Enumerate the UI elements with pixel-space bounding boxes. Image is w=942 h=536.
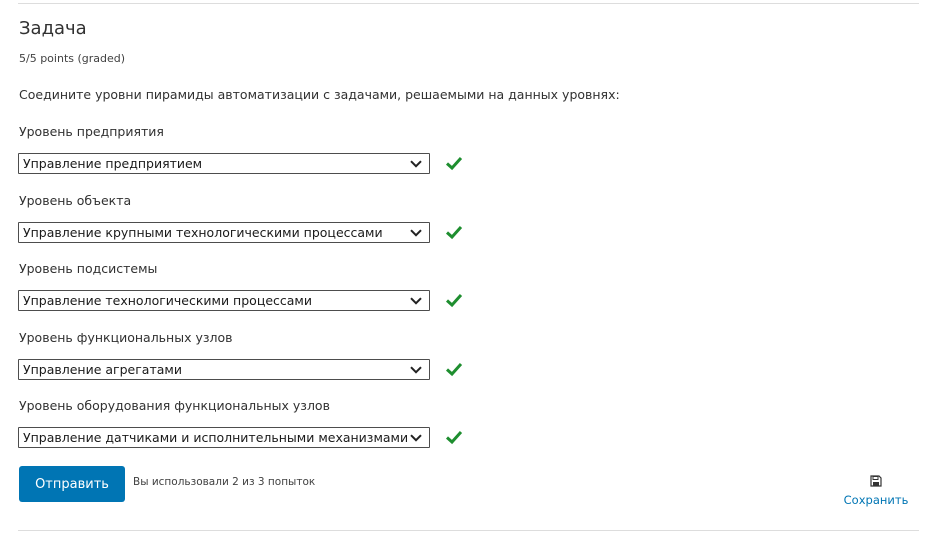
- checkmark-icon: [445, 225, 463, 240]
- select-functional-units[interactable]: Управление агрегатами: [18, 359, 430, 380]
- select-value: Управление крупными технологическими про…: [23, 225, 383, 240]
- chevron-down-icon: [408, 156, 424, 172]
- chevron-down-icon: [408, 362, 424, 378]
- checkmark-icon: [445, 362, 463, 377]
- submit-button[interactable]: Отправить: [19, 466, 125, 502]
- chevron-down-icon: [408, 225, 424, 241]
- checkmark-icon: [445, 430, 463, 445]
- checkmark-icon: [445, 156, 463, 171]
- select-subsystem[interactable]: Управление технологическими процессами: [18, 290, 430, 311]
- level-label-subsystem: Уровень подсистемы: [19, 261, 158, 276]
- floppy-disk-icon: [870, 475, 882, 487]
- select-value: Управление технологическими процессами: [23, 293, 312, 308]
- select-equipment[interactable]: Управление датчиками и исполнительными м…: [18, 427, 430, 448]
- save-label: Сохранить: [843, 493, 909, 507]
- attempts-text: Вы использовали 2 из 3 попыток: [133, 476, 316, 488]
- level-label-functional-units: Уровень функциональных узлов: [19, 330, 233, 345]
- save-button[interactable]: Сохранить: [843, 475, 909, 508]
- level-label-enterprise: Уровень предприятия: [19, 124, 164, 139]
- select-value: Управление предприятием: [23, 156, 203, 171]
- chevron-down-icon: [408, 430, 424, 446]
- problem-prompt: Соедините уровни пирамиды автоматизации …: [19, 87, 620, 102]
- level-label-object: Уровень объекта: [19, 193, 132, 208]
- bottom-divider: [18, 530, 919, 531]
- chevron-down-icon: [408, 293, 424, 309]
- select-value: Управление агрегатами: [23, 362, 182, 377]
- top-divider: [18, 3, 919, 4]
- checkmark-icon: [445, 293, 463, 308]
- problem-title: Задача: [19, 18, 87, 39]
- problem-grade: 5/5 points (graded): [19, 52, 126, 65]
- level-label-equipment: Уровень оборудования функциональных узло…: [19, 398, 330, 413]
- select-enterprise[interactable]: Управление предприятием: [18, 153, 430, 174]
- select-object[interactable]: Управление крупными технологическими про…: [18, 222, 430, 243]
- select-value: Управление датчиками и исполнительными м…: [23, 430, 408, 445]
